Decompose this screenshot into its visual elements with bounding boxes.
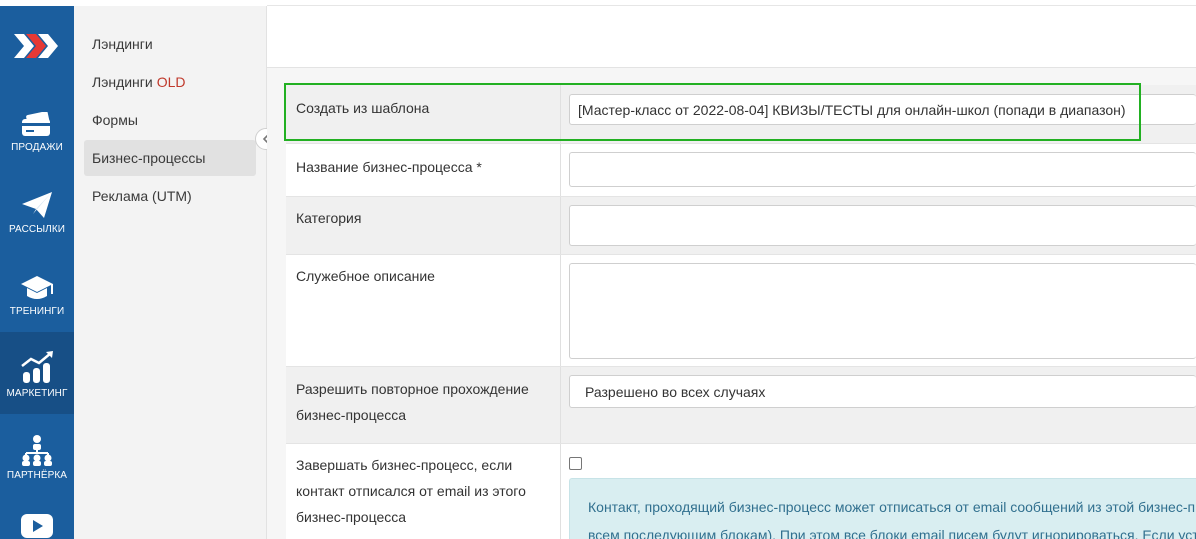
submenu-item-landings-old[interactable]: Лэндинги OLD xyxy=(84,64,256,100)
app: ПРОДАЖИ РАССЫЛКИ ТРЕНИНГИ МАРКЕТИНГ ПАРТ… xyxy=(0,0,1196,539)
rail-item-label: РАССЫЛКИ xyxy=(8,224,66,235)
page-header xyxy=(267,6,1196,68)
process-name-input[interactable] xyxy=(569,152,1196,187)
rail-item-label: ПРОДАЖИ xyxy=(11,142,63,153)
finish-on-unsubscribe-checkbox[interactable] xyxy=(569,457,582,470)
template-label: Создать из шаблона xyxy=(286,85,561,143)
repeat-select[interactable]: Разрешено во всех случаях xyxy=(569,375,1196,408)
old-badge: OLD xyxy=(156,74,186,90)
rail-item-trainings[interactable]: ТРЕНИНГИ xyxy=(0,250,74,332)
chevrons-logo-icon xyxy=(14,34,58,58)
process-name-cell xyxy=(561,144,1196,196)
repeat-label: Разрешить повторное прохождение бизнес-п… xyxy=(286,367,561,443)
rail-item-label: ТРЕНИНГИ xyxy=(9,306,65,317)
finish-on-unsubscribe-cell: Контакт, проходящий бизнес-процесс может… xyxy=(561,444,1196,539)
growth-chart-icon xyxy=(19,344,55,384)
category-label: Категория xyxy=(286,197,561,254)
submenu-item-ads-utm[interactable]: Реклама (UTM) xyxy=(84,178,256,214)
template-selected-value: [Мастер-класс от 2022-08-04] КВИЗЫ/ТЕСТЫ… xyxy=(578,101,1126,118)
form-row-name: Название бизнес-процесса * xyxy=(286,144,1196,197)
description-label: Служебное описание xyxy=(286,255,561,366)
form-row-category: Категория xyxy=(286,197,1196,255)
submenu-item-business-processes[interactable]: Бизнес-процессы xyxy=(84,140,256,176)
submenu-item-label: Реклама (UTM) xyxy=(92,188,192,204)
form-row-description: Служебное описание xyxy=(286,255,1196,367)
process-name-label: Название бизнес-процесса * xyxy=(286,144,561,196)
submenu-item-forms[interactable]: Формы xyxy=(84,102,256,138)
paper-plane-icon xyxy=(20,180,54,220)
rail-item-video[interactable] xyxy=(0,496,74,539)
submenu-item-label: Лэндинги xyxy=(92,74,153,90)
description-cell xyxy=(561,255,1196,366)
secondary-menu: Лэндинги Лэндинги OLD Формы Бизнес-проце… xyxy=(74,6,267,539)
rail-item-marketing[interactable]: МАРКЕТИНГ xyxy=(0,332,74,414)
form-row-finish-on-unsubscribe: Завершать бизнес-процесс, если контакт о… xyxy=(286,444,1196,539)
repeat-cell: Разрешено во всех случаях xyxy=(561,367,1196,443)
unsubscribe-info-alert: Контакт, проходящий бизнес-процесс может… xyxy=(569,478,1196,539)
finish-on-unsubscribe-label: Завершать бизнес-процесс, если контакт о… xyxy=(286,444,561,539)
form-row-repeat: Разрешить повторное прохождение бизнес-п… xyxy=(286,367,1196,444)
rail-item-mailings[interactable]: РАССЫЛКИ xyxy=(0,168,74,250)
rail-item-label: МАРКЕТИНГ xyxy=(6,388,68,399)
play-button-icon xyxy=(20,502,54,539)
repeat-selected-value: Разрешено во всех случаях xyxy=(585,383,766,400)
submenu-item-label: Бизнес-процессы xyxy=(92,150,206,166)
submenu-item-landings[interactable]: Лэндинги xyxy=(84,26,256,62)
category-select[interactable] xyxy=(569,205,1196,246)
rail-item-label: ПАРТНЁРКА xyxy=(6,470,68,481)
rail-item-sales[interactable]: ПРОДАЖИ xyxy=(0,86,74,168)
graduation-cap-icon xyxy=(19,262,55,302)
form-row-template: Создать из шаблона [Мастер-класс от 2022… xyxy=(286,85,1196,144)
submenu-item-label: Лэндинги xyxy=(92,36,153,52)
template-value-cell: [Мастер-класс от 2022-08-04] КВИЗЫ/ТЕСТЫ… xyxy=(561,85,1196,143)
template-select[interactable]: [Мастер-класс от 2022-08-04] КВИЗЫ/ТЕСТЫ… xyxy=(569,94,1196,125)
network-icon xyxy=(20,426,54,466)
rail-item-partners[interactable]: ПАРТНЁРКА xyxy=(0,414,74,496)
category-cell xyxy=(561,197,1196,254)
description-textarea[interactable] xyxy=(569,263,1196,359)
submenu-item-label: Формы xyxy=(92,112,138,128)
main-navigation-rail: ПРОДАЖИ РАССЫЛКИ ТРЕНИНГИ МАРКЕТИНГ ПАРТ… xyxy=(0,6,74,539)
logo[interactable] xyxy=(0,6,74,86)
wallet-icon xyxy=(20,98,54,138)
